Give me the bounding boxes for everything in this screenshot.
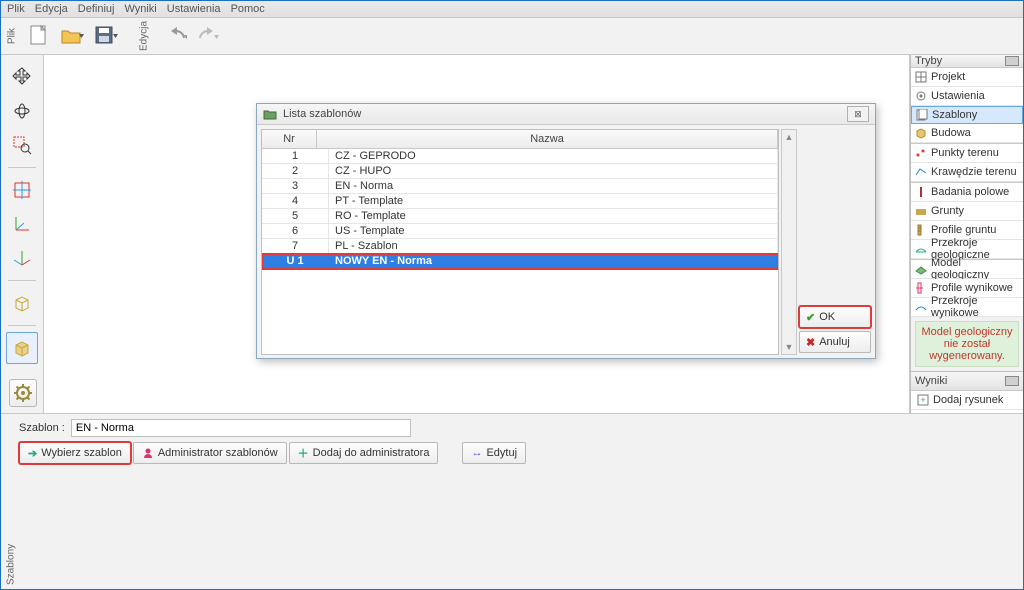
edit-icon: ↔ xyxy=(471,447,482,459)
cube-icon xyxy=(915,127,927,139)
grid-row[interactable]: 2CZ - HUPO xyxy=(262,164,778,179)
grid-header: Nr Nazwa xyxy=(262,130,778,149)
menu-ustawienia[interactable]: Ustawienia xyxy=(167,3,221,15)
item-przekroje-wynikowe[interactable]: Przekroje wynikowe xyxy=(911,298,1023,317)
panel-minimize-button[interactable] xyxy=(1005,376,1019,386)
tryby-budowa[interactable]: Budowa xyxy=(911,124,1023,143)
edytuj-button[interactable]: ↔Edytuj xyxy=(462,442,526,464)
item-punkty-terenu[interactable]: Punkty terenu xyxy=(911,144,1023,163)
menu-pomoc[interactable]: Pomoc xyxy=(231,3,265,15)
tryby-ustawienia[interactable]: Ustawienia xyxy=(911,87,1023,106)
dialog-title: Lista szablonów xyxy=(283,108,361,120)
col-nr[interactable]: Nr xyxy=(262,130,317,148)
add-drawing-icon: + xyxy=(917,394,929,406)
bottom-tab-label[interactable]: Szablony xyxy=(3,418,19,585)
status-message: Model geologiczny nie został wygenerowan… xyxy=(915,321,1019,367)
grid-row[interactable]: 6US - Template xyxy=(262,224,778,239)
grid-row-selected[interactable]: U 1NOWY EN - Norma xyxy=(262,254,778,269)
dialog-close-button[interactable]: ⊠ xyxy=(847,106,869,122)
dialog-ok-button[interactable]: ✔OK xyxy=(799,306,871,328)
zoom-select-tool[interactable] xyxy=(6,129,38,161)
plus-icon: ＋ xyxy=(298,445,309,461)
new-file-button[interactable] xyxy=(23,20,55,52)
template-icon xyxy=(916,109,928,121)
menubar: Plik Edycja Definiuj Wyniki Ustawienia P… xyxy=(1,1,1023,18)
wyniki-header: Wyniki xyxy=(911,372,1023,391)
dodaj-do-administratora-button[interactable]: ＋Dodaj do administratora xyxy=(289,442,439,464)
soil-icon xyxy=(915,205,927,217)
item-model-geo[interactable]: Model geologiczny xyxy=(911,260,1023,279)
rotate-tool[interactable] xyxy=(6,95,38,127)
gear-icon xyxy=(14,384,32,402)
settings-button[interactable] xyxy=(9,379,37,407)
grid-scrollbar[interactable]: ▲ ▼ xyxy=(781,129,797,355)
szablon-label: Szablon : xyxy=(19,422,65,434)
move-tool[interactable] xyxy=(6,61,38,93)
edges-icon xyxy=(915,166,927,178)
szablon-field[interactable] xyxy=(71,419,411,437)
panel-minimize-button[interactable] xyxy=(1005,56,1019,66)
grid-row[interactable]: 3EN - Norma xyxy=(262,179,778,194)
dodaj-rysunek-button[interactable]: +Dodaj rysunek xyxy=(911,391,1023,410)
item-badania-polowe[interactable]: Badania polowe xyxy=(911,183,1023,202)
gear-small-icon xyxy=(915,90,927,102)
dialog-titlebar[interactable]: Lista szablonów ⊠ xyxy=(257,104,875,125)
grid-icon xyxy=(915,71,927,83)
dialog-cancel-button[interactable]: ✖Anuluj xyxy=(799,331,871,353)
open-file-button[interactable] xyxy=(57,20,89,52)
main-toolbar: Plik Edycja xyxy=(1,18,1023,55)
result-section-icon xyxy=(915,301,927,313)
redo-button[interactable] xyxy=(193,20,225,52)
canvas-area[interactable]: Lista szablonów ⊠ Nr Nazwa 1CZ - GEPRODO… xyxy=(44,55,910,413)
main-body: Lista szablonów ⊠ Nr Nazwa 1CZ - GEPRODO… xyxy=(1,55,1023,413)
template-list-dialog: Lista szablonów ⊠ Nr Nazwa 1CZ - GEPRODO… xyxy=(256,103,876,359)
wybierz-szablon-button[interactable]: ➔Wybierz szablon xyxy=(19,442,131,464)
item-krawedzie-terenu[interactable]: Krawędzie terenu xyxy=(911,163,1023,182)
menu-plik[interactable]: Plik xyxy=(7,3,25,15)
app-window: Plik Edycja Definiuj Wyniki Ustawienia P… xyxy=(0,0,1024,590)
box-wire-tool[interactable] xyxy=(6,287,38,319)
bounds-tool[interactable] xyxy=(6,174,38,206)
cross-icon: ✖ xyxy=(806,336,815,349)
right-panel: Tryby Projekt Ustawienia Szablony Budowa… xyxy=(910,55,1023,413)
drill-icon xyxy=(915,186,927,198)
tryby-header: Tryby xyxy=(911,55,1023,68)
menu-edycja[interactable]: Edycja xyxy=(35,3,68,15)
model-icon xyxy=(915,263,927,275)
axes2-tool[interactable] xyxy=(6,242,38,274)
axes-tool[interactable] xyxy=(6,208,38,240)
administrator-szablonow-button[interactable]: Administrator szablonów xyxy=(133,442,287,464)
tryby-szablony[interactable]: Szablony xyxy=(911,106,1023,124)
section-icon xyxy=(915,243,927,255)
col-name[interactable]: Nazwa xyxy=(317,130,778,148)
grid-row[interactable]: 7PL - Szablon xyxy=(262,239,778,254)
admin-icon xyxy=(142,447,154,459)
tryby-projekt[interactable]: Projekt xyxy=(911,68,1023,87)
box-solid-tool[interactable] xyxy=(6,332,38,364)
svg-text:+: + xyxy=(920,395,925,405)
profile-icon xyxy=(915,224,927,236)
grid-row[interactable]: 5RO - Template xyxy=(262,209,778,224)
grid-row[interactable]: 4PT - Template xyxy=(262,194,778,209)
toolbar-group-edycja-label: Edycja xyxy=(139,21,150,51)
result-profile-icon xyxy=(915,282,927,294)
menu-definiuj[interactable]: Definiuj xyxy=(78,3,115,15)
undo-button[interactable] xyxy=(159,20,191,52)
save-file-button[interactable] xyxy=(91,20,123,52)
toolbar-group-plik-label: Plik xyxy=(7,28,18,44)
arrow-right-icon: ➔ xyxy=(28,447,37,460)
template-grid[interactable]: Nr Nazwa 1CZ - GEPRODO 2CZ - HUPO 3EN - … xyxy=(261,129,779,355)
check-icon: ✔ xyxy=(806,311,815,324)
menu-wyniki[interactable]: Wyniki xyxy=(124,3,156,15)
bottom-panel: Szablony Szablon : ➔Wybierz szablon Admi… xyxy=(1,413,1023,589)
item-grunty[interactable]: Grunty xyxy=(911,202,1023,221)
grid-row[interactable]: 1CZ - GEPRODO xyxy=(262,149,778,164)
scroll-up-icon[interactable]: ▲ xyxy=(784,132,794,142)
points-icon xyxy=(915,147,927,159)
scroll-down-icon[interactable]: ▼ xyxy=(784,342,794,352)
left-toolbar xyxy=(1,55,44,413)
folder-icon xyxy=(263,108,277,120)
